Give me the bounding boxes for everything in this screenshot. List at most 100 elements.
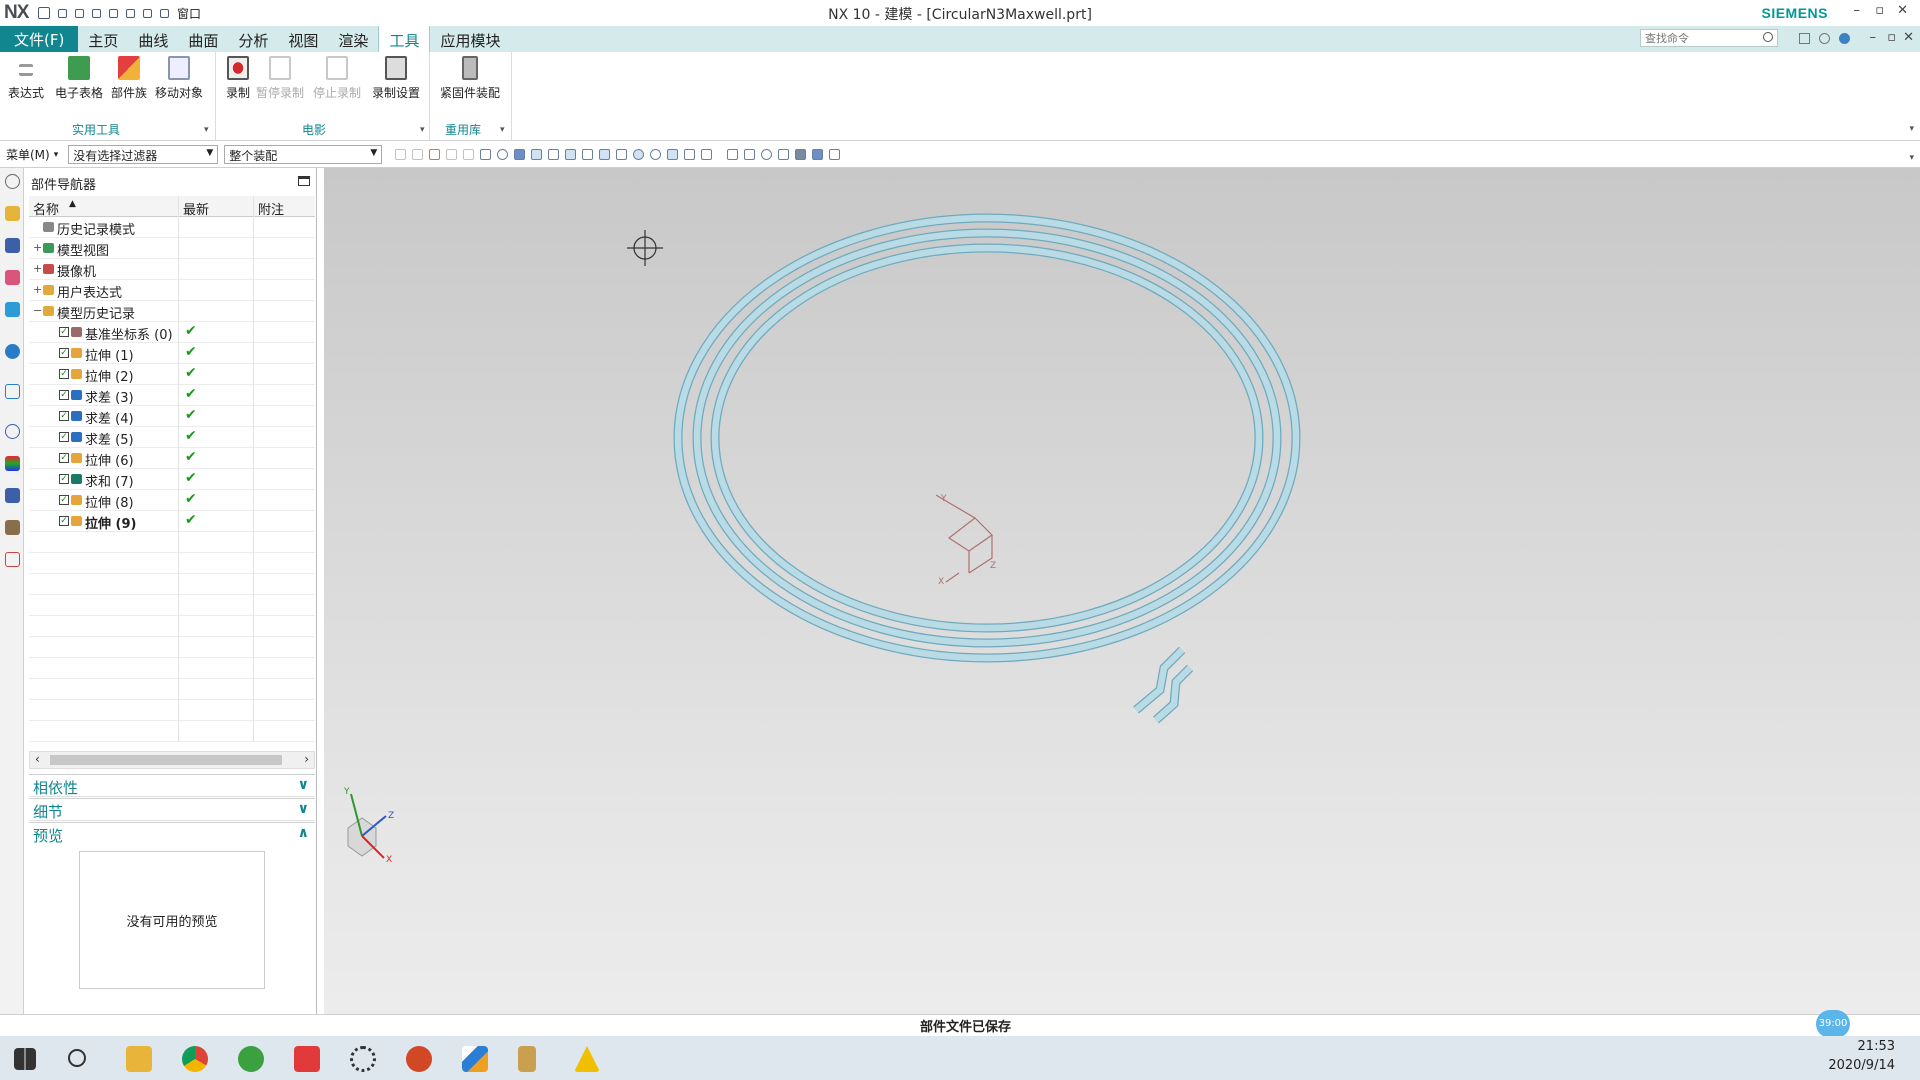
scroll-left-icon[interactable]: ‹ <box>35 752 40 766</box>
mid-point-icon[interactable] <box>565 149 577 160</box>
feature-checkbox[interactable]: ✓ <box>59 474 69 484</box>
point-on-surface-icon[interactable] <box>684 149 696 160</box>
view-fit-icon[interactable] <box>727 149 739 160</box>
nav-node[interactable]: + 模型视图 <box>29 238 315 259</box>
ribbon-options-icon[interactable] <box>1799 33 1810 44</box>
chrome-icon[interactable] <box>182 1046 208 1072</box>
selection-intent-icon[interactable] <box>412 149 424 160</box>
redo-icon[interactable] <box>75 8 84 18</box>
zoom-icon[interactable] <box>744 149 756 160</box>
web-browser-icon[interactable] <box>5 384 20 399</box>
search-icon[interactable] <box>1763 32 1773 42</box>
feature-checkbox[interactable]: ✓ <box>59 390 69 400</box>
paste-icon[interactable] <box>126 8 135 18</box>
render-style-icon[interactable] <box>795 149 807 160</box>
orient-view-icon[interactable] <box>778 149 790 160</box>
history-feature-row[interactable]: ✓ 拉伸 (1) ✔ <box>29 343 315 364</box>
details-panel[interactable]: 细节 ∨ <box>29 798 315 821</box>
status-badge[interactable]: 39:00 <box>1816 1010 1850 1038</box>
nav-node[interactable]: 历史记录模式 <box>29 217 315 238</box>
sort-ascending-icon[interactable]: ▲ <box>69 199 76 209</box>
undo-icon[interactable] <box>58 8 67 18</box>
feature-checkbox[interactable]: ✓ <box>59 453 69 463</box>
history-feature-row[interactable]: ✓ 求差 (3) ✔ <box>29 385 315 406</box>
rectangle-select-icon[interactable] <box>480 149 492 160</box>
bounded-grid-icon[interactable] <box>701 149 713 160</box>
column-header[interactable]: 名称 <box>33 199 59 218</box>
existing-point-icon[interactable] <box>650 149 662 160</box>
spreadsheet-button[interactable]: 电子表格 <box>55 56 103 101</box>
nav-node[interactable]: + 用户表达式 <box>29 280 315 301</box>
record-button[interactable]: 录制 <box>226 56 250 101</box>
group-options-icon[interactable]: ▾ <box>420 125 425 135</box>
expressions-button[interactable]: 表达式 <box>8 56 44 101</box>
restore-icon[interactable]: ▫ <box>1875 3 1884 18</box>
tab-applications[interactable]: 应用模块 <box>430 26 510 52</box>
ribbon-more-icon[interactable]: ▾ <box>1909 124 1914 134</box>
system-materials-icon[interactable] <box>5 552 20 567</box>
expand-icon[interactable]: + <box>33 283 42 296</box>
save-all-icon[interactable] <box>143 8 152 18</box>
file-explorer-icon[interactable] <box>126 1046 152 1072</box>
tree-app-icon[interactable] <box>238 1046 264 1072</box>
history-feature-row[interactable]: ✓ 拉伸 (2) ✔ <box>29 364 315 385</box>
process-studio-icon[interactable] <box>5 456 20 471</box>
part-navigator-icon[interactable] <box>5 270 20 285</box>
part-families-button[interactable]: 部件族 <box>111 56 147 101</box>
end-point-icon[interactable] <box>548 149 560 160</box>
edit-section-icon[interactable] <box>812 149 824 160</box>
record-settings-button[interactable]: 录制设置 <box>372 56 420 101</box>
history-feature-row[interactable]: ✓ 拉伸 (8) ✔ <box>29 490 315 511</box>
pause-recording-button[interactable]: 暂停录制 <box>256 56 304 101</box>
nav-node[interactable]: + 摄像机 <box>29 259 315 280</box>
collapse-icon[interactable]: − <box>33 304 42 317</box>
graphics-window[interactable]: Y X Z Y X Z <box>324 168 1920 1014</box>
tab-tools[interactable]: 工具 <box>378 26 431 52</box>
coil-model[interactable] <box>673 213 1301 724</box>
command-search-input[interactable] <box>1640 29 1778 47</box>
feature-checkbox[interactable]: ✓ <box>59 327 69 337</box>
snap-points-icon[interactable] <box>531 149 543 160</box>
doc-minimize-icon[interactable]: – <box>1870 30 1877 45</box>
settings-icon[interactable] <box>350 1046 376 1072</box>
datum-csys[interactable]: Y X Z <box>935 494 996 587</box>
save-icon[interactable] <box>38 7 50 19</box>
expand-icon[interactable]: + <box>33 262 42 275</box>
snap-icon[interactable] <box>446 149 458 160</box>
feature-checkbox[interactable]: ✓ <box>59 516 69 526</box>
doc-restore-icon[interactable]: ▫ <box>1887 30 1896 45</box>
clock-time[interactable]: 21:53 <box>1858 1039 1895 1054</box>
shaded-body-icon[interactable] <box>497 149 509 160</box>
fastener-assembly-button[interactable]: 紧固件装配 <box>440 56 500 101</box>
column-header[interactable]: 最新 <box>183 199 209 218</box>
stop-recording-button[interactable]: 停止录制 <box>313 56 361 101</box>
constraint-navigator-icon[interactable] <box>5 238 20 253</box>
feature-checkbox[interactable]: ✓ <box>59 432 69 442</box>
history-feature-row[interactable]: ✓ 求差 (4) ✔ <box>29 406 315 427</box>
help-icon[interactable] <box>1839 33 1850 44</box>
assembly-navigator-icon[interactable] <box>5 206 20 221</box>
model-view[interactable]: Y X Z Y X Z <box>324 168 1920 1014</box>
chevron-down-icon[interactable]: ∨ <box>298 801 309 817</box>
resource-bar-settings-icon[interactable] <box>5 174 20 189</box>
xmind-icon[interactable] <box>294 1046 320 1072</box>
tab-render[interactable]: 渲染 <box>328 26 378 52</box>
navigator-header[interactable]: 名称 ▲ 最新 附注 <box>29 196 315 218</box>
history-feature-row[interactable]: ✓ 求差 (5) ✔ <box>29 427 315 448</box>
group-options-icon[interactable]: ▾ <box>500 125 505 135</box>
clock-date[interactable]: 2020/9/14 <box>1828 1058 1895 1073</box>
tab-view[interactable]: 视图 <box>278 26 328 52</box>
system-scenes-icon[interactable] <box>5 520 20 535</box>
hd3d-tools-icon[interactable] <box>5 344 20 359</box>
maximize-icon[interactable] <box>298 176 310 186</box>
autodesk-icon[interactable] <box>574 1046 600 1072</box>
selection-scope-dropdown[interactable]: 整个装配 ▼ <box>224 145 383 164</box>
show-hide-icon[interactable] <box>829 149 841 160</box>
feature-checkbox[interactable]: ✓ <box>59 411 69 421</box>
intersection-icon[interactable] <box>599 149 611 160</box>
history-feature-row[interactable]: ✓ 拉伸 (6) ✔ <box>29 448 315 469</box>
feature-checkbox[interactable]: ✓ <box>59 348 69 358</box>
snap-alt-icon[interactable] <box>463 149 475 160</box>
feature-checkbox[interactable]: ✓ <box>59 495 69 505</box>
horizontal-scrollbar[interactable]: ‹ › <box>29 751 315 769</box>
